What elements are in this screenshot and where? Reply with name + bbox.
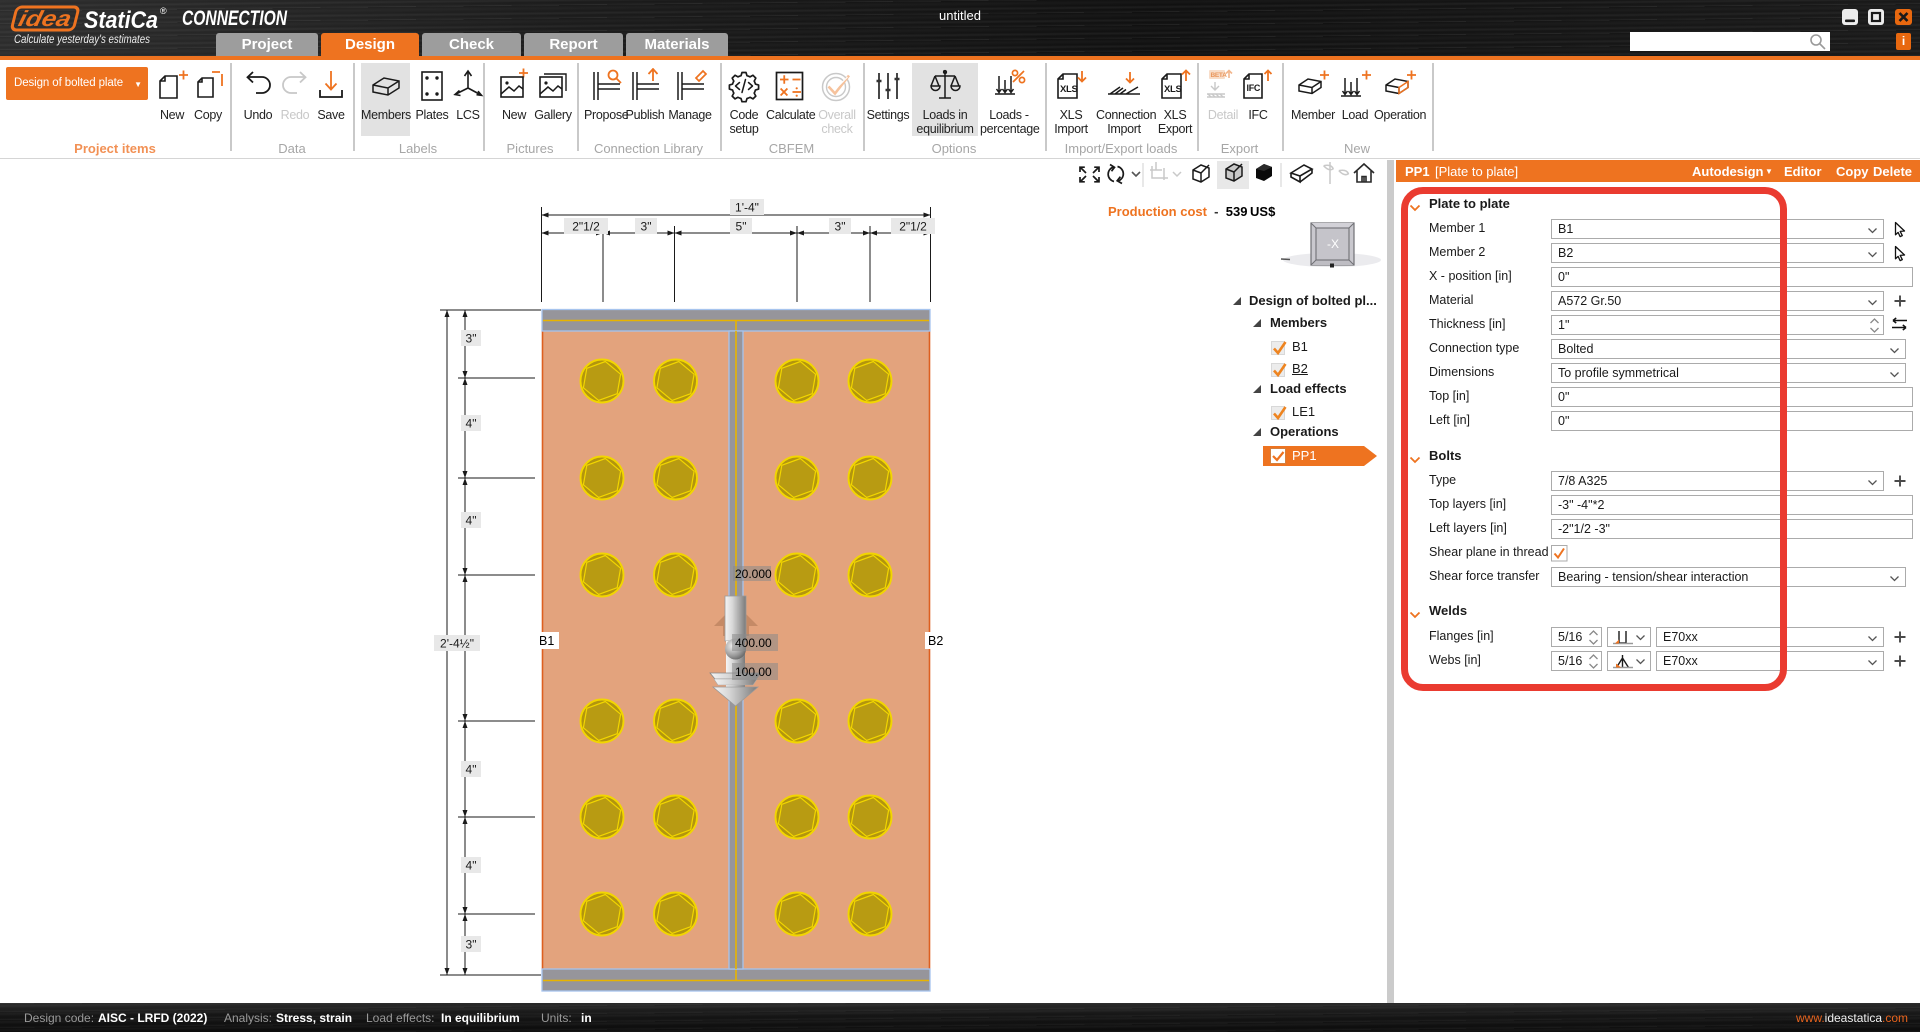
svg-text:4": 4" (466, 417, 477, 431)
svg-text:BETA: BETA (1211, 72, 1228, 79)
svg-text:StatiCa: StatiCa (84, 7, 158, 34)
svg-text:400.00: 400.00 (735, 636, 772, 650)
svg-text:Calculate yesterday's estimate: Calculate yesterday's estimates (14, 32, 150, 46)
svg-text:B2: B2 (928, 634, 943, 648)
svg-text:4": 4" (466, 859, 477, 873)
svg-text:B1: B1 (539, 634, 554, 648)
svg-text:4": 4" (466, 514, 477, 528)
svg-text:1'-4": 1'-4" (735, 201, 759, 215)
svg-text:4": 4" (466, 763, 477, 777)
svg-text:CONNECTION: CONNECTION (182, 7, 288, 30)
svg-text:3": 3" (641, 220, 652, 234)
svg-text:2'-4½": 2'-4½" (440, 637, 474, 651)
svg-text:20.000: 20.000 (735, 567, 772, 581)
svg-text:2"1/2: 2"1/2 (572, 220, 600, 234)
svg-text:idea: idea (16, 6, 74, 31)
svg-text:XLS: XLS (1164, 84, 1182, 95)
svg-text:®: ® (160, 6, 167, 16)
svg-text:100.00: 100.00 (735, 665, 772, 679)
svg-text:IFC: IFC (1247, 83, 1261, 93)
svg-text:3": 3" (835, 220, 846, 234)
svg-text:XLS: XLS (1060, 84, 1078, 95)
svg-text:2"1/2: 2"1/2 (899, 220, 927, 234)
svg-text:5": 5" (736, 220, 747, 234)
svg-text:3": 3" (466, 332, 477, 346)
svg-text:-X: -X (1327, 237, 1339, 251)
svg-text:3": 3" (466, 938, 477, 952)
